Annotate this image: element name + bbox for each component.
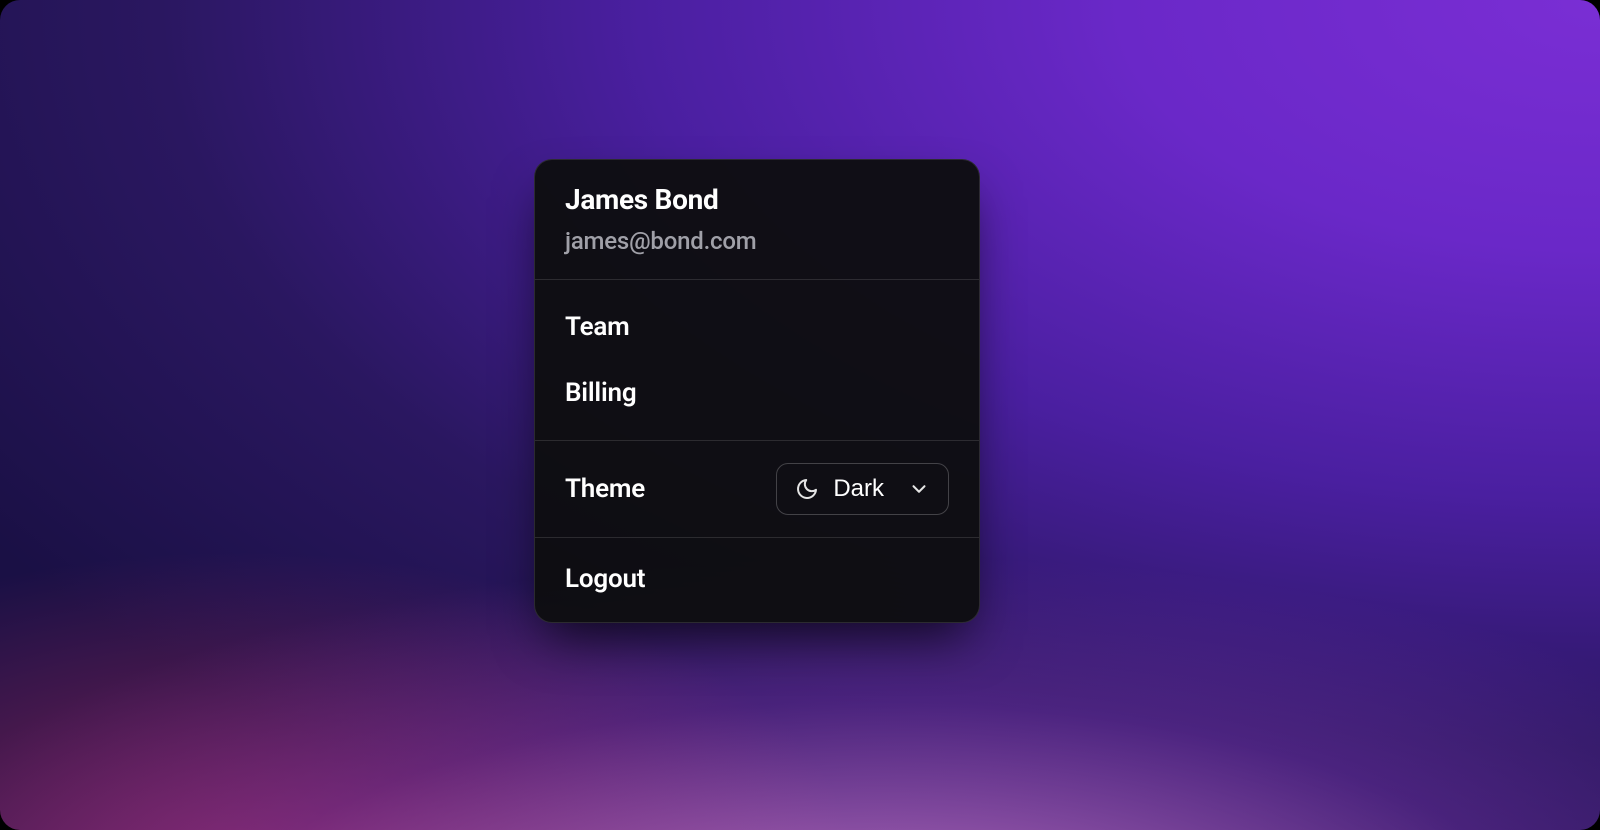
theme-row: Theme Dark xyxy=(535,441,979,538)
user-email-label: james@bond.com xyxy=(565,227,949,255)
menu-item-logout: Logout xyxy=(565,564,949,594)
menu-links-section: Team Billing xyxy=(535,280,979,441)
logout-section[interactable]: Logout xyxy=(535,538,979,622)
theme-label: Theme xyxy=(565,474,645,504)
user-name-label: James Bond xyxy=(565,182,949,218)
menu-item-billing[interactable]: Billing xyxy=(535,360,979,426)
user-menu-popover: James Bond james@bond.com Team Billing T… xyxy=(534,159,980,622)
theme-selected-value: Dark xyxy=(833,475,884,503)
chevron-down-icon xyxy=(908,478,930,500)
moon-icon xyxy=(795,477,819,501)
theme-selector-button[interactable]: Dark xyxy=(776,463,949,515)
menu-item-team[interactable]: Team xyxy=(535,294,979,360)
user-header: James Bond james@bond.com xyxy=(535,160,979,279)
